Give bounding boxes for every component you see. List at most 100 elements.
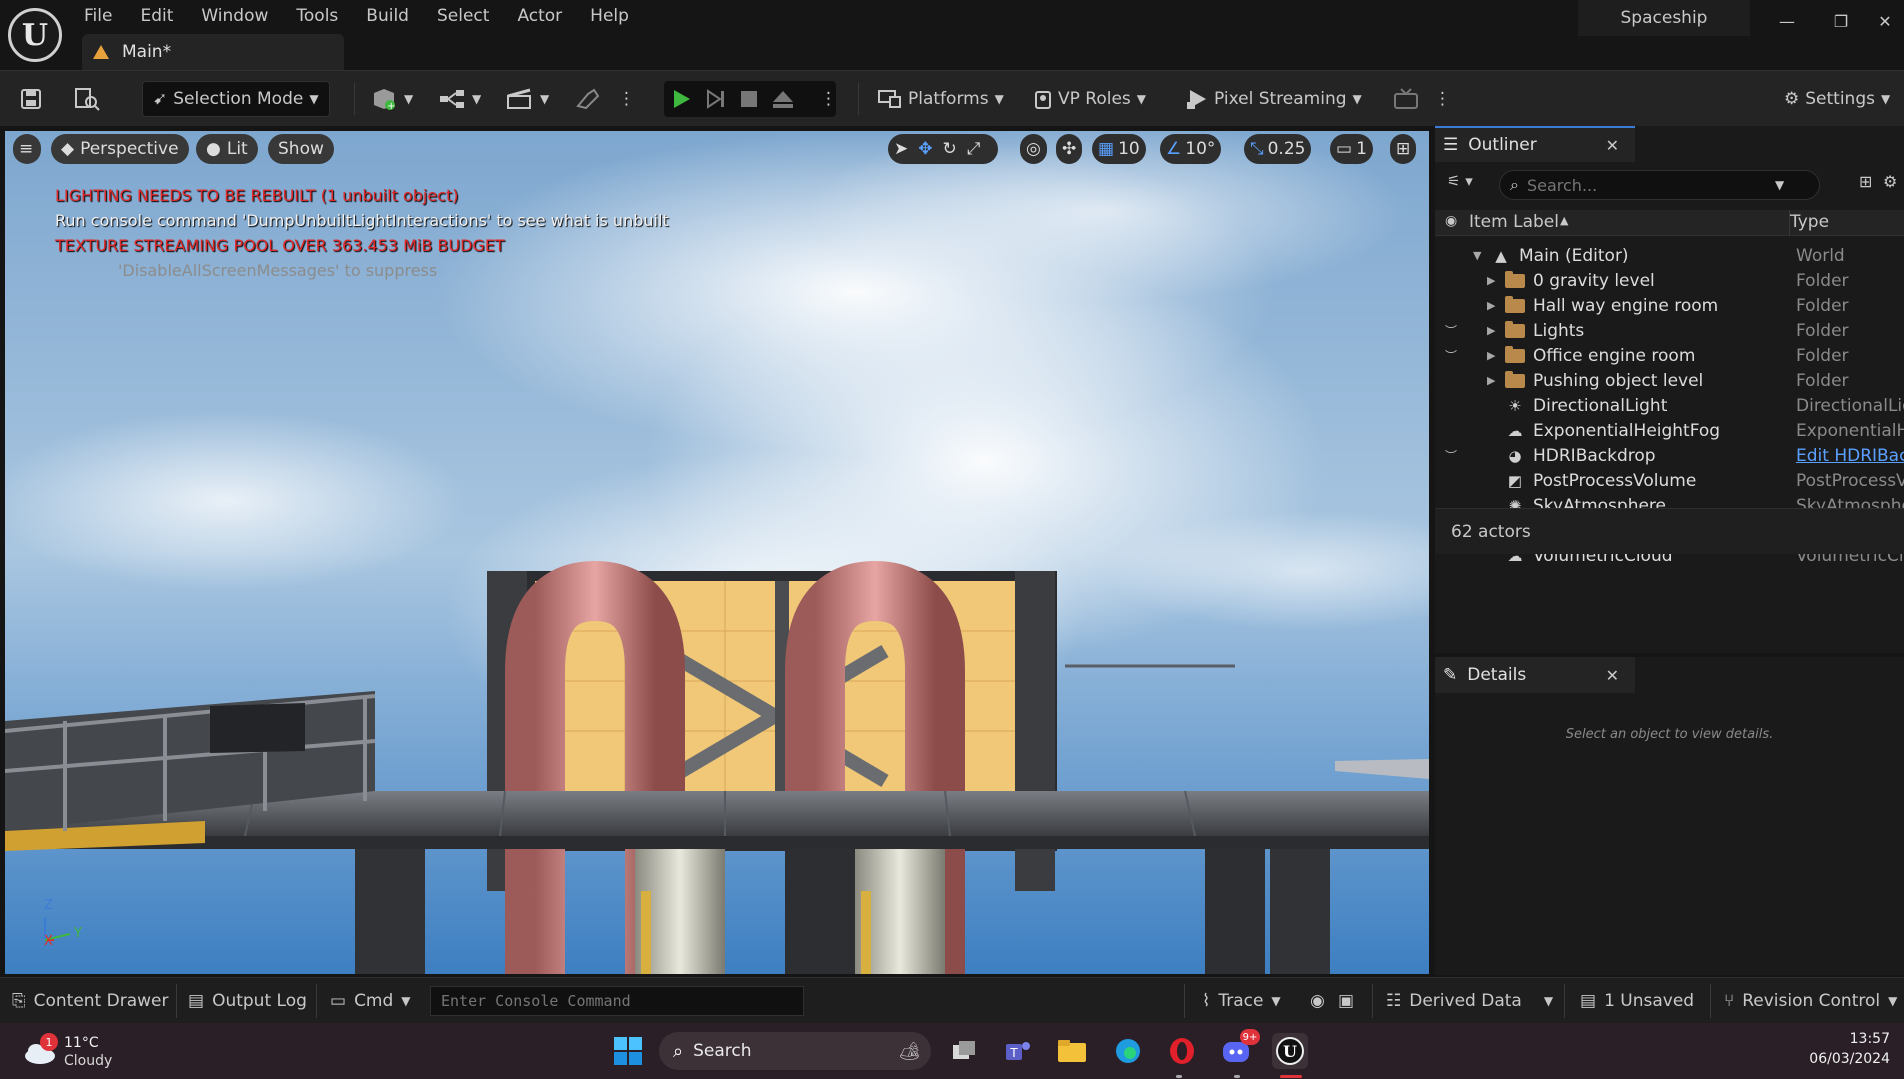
rotation-snap-toggle[interactable]: ∠ 10°: [1160, 134, 1222, 164]
expand-arrow-icon[interactable]: ▶: [1487, 324, 1497, 337]
edge-icon[interactable]: [1110, 1033, 1146, 1069]
menu-actor[interactable]: Actor: [503, 0, 576, 30]
discord-icon[interactable]: 9+: [1218, 1029, 1260, 1069]
settings-dropdown[interactable]: ⚙ Settings ▼: [1784, 81, 1890, 117]
modes-tool-icon[interactable]: [574, 81, 600, 117]
viewport-layout-icon[interactable]: ⊞: [1390, 134, 1417, 164]
selection-mode-dropdown[interactable]: ➹ Selection Mode ▼: [142, 81, 330, 117]
select-cursor-icon[interactable]: ➤: [894, 139, 908, 159]
browse-asset-icon[interactable]: [74, 81, 100, 117]
stop-icon[interactable]: [740, 90, 758, 108]
viewport-menu-button[interactable]: ≡: [13, 134, 41, 164]
console-input-box[interactable]: [430, 986, 804, 1016]
console-command-input[interactable]: [441, 992, 791, 1010]
outliner-row[interactable]: ☀ DirectionalLight DirectionalLig: [1435, 393, 1904, 418]
eject-icon[interactable]: [772, 89, 794, 109]
close-icon[interactable]: ✕: [1870, 8, 1900, 34]
blueprint-button[interactable]: ▼: [438, 81, 481, 117]
close-icon[interactable]: ✕: [1606, 666, 1619, 685]
outliner-row[interactable]: ▶ Pushing object level Folder: [1435, 368, 1904, 393]
unreal-logo-icon[interactable]: U: [8, 8, 62, 62]
cinematics-button[interactable]: ▼: [506, 81, 549, 117]
camera-speed-button[interactable]: ▭ 1: [1330, 134, 1373, 164]
outliner-row[interactable]: ︶ ◕ HDRIBackdrop Edit HDRIBacl: [1435, 443, 1904, 468]
scale-snap-value[interactable]: 0.25: [1268, 139, 1306, 159]
document-tab-main[interactable]: Main*: [82, 34, 344, 70]
outliner-row[interactable]: ︶ ▶ Office engine room Folder: [1435, 343, 1904, 368]
derived-data-dropdown[interactable]: ☷ Derived Data ▼: [1386, 986, 1553, 1016]
weather-widget[interactable]: 1 11°C Cloudy: [20, 1031, 140, 1073]
more-options-icon[interactable]: ⋮: [618, 81, 635, 117]
view-mode-button[interactable]: ● Lit: [196, 134, 258, 164]
toolbar-more-icon[interactable]: ⋮: [1434, 81, 1451, 117]
content-drawer-button[interactable]: ⎘ Content Drawer: [12, 986, 168, 1016]
visibility-hidden-icon[interactable]: ︶: [1445, 447, 1457, 464]
visibility-hidden-icon[interactable]: ︶: [1445, 322, 1457, 339]
visibility-hidden-icon[interactable]: ︶: [1445, 347, 1457, 364]
expand-arrow-icon[interactable]: ▶: [1487, 374, 1497, 387]
pixel-streaming-dropdown[interactable]: Pixel Streaming ▼: [1186, 81, 1362, 117]
outliner-row[interactable]: ☁ ExponentialHeightFog ExponentialHe: [1435, 418, 1904, 443]
minimize-icon[interactable]: —: [1772, 8, 1802, 34]
record-icon[interactable]: ◉: [1310, 986, 1325, 1016]
save-icon[interactable]: [20, 81, 42, 117]
expand-arrow-icon[interactable]: ▶: [1487, 349, 1497, 362]
menu-edit[interactable]: Edit: [126, 0, 187, 30]
vp-roles-dropdown[interactable]: VP Roles ▼: [1034, 81, 1146, 117]
show-button[interactable]: Show: [268, 134, 334, 164]
scale-icon[interactable]: ⤢: [967, 139, 981, 159]
details-tab[interactable]: ✎ Details ✕: [1435, 657, 1635, 693]
play-options-icon[interactable]: ⋮: [820, 81, 837, 117]
grid-snap-value[interactable]: 10: [1118, 139, 1140, 159]
scale-snap-toggle[interactable]: ⤡ 0.25: [1244, 134, 1312, 164]
outliner-row[interactable]: ▶ 0 gravity level Folder: [1435, 268, 1904, 293]
taskbar-search[interactable]: ⌕ Search 🏕: [659, 1032, 931, 1070]
filter-icon[interactable]: ⚟ ▾: [1447, 172, 1473, 190]
opera-icon[interactable]: [1164, 1033, 1200, 1069]
menu-file[interactable]: File: [70, 0, 126, 30]
menu-help[interactable]: Help: [576, 0, 643, 30]
menu-select[interactable]: Select: [423, 0, 503, 30]
outliner-tab[interactable]: ☰ Outliner ✕: [1435, 126, 1635, 162]
type-column[interactable]: Type: [1790, 212, 1829, 232]
add-folder-icon[interactable]: ⊞: [1859, 172, 1872, 191]
broadcast-icon[interactable]: [1392, 81, 1420, 117]
translate-icon[interactable]: ✥: [918, 139, 932, 159]
teams-icon[interactable]: T: [1000, 1033, 1036, 1069]
rotation-snap-value[interactable]: 10°: [1185, 139, 1215, 159]
outliner-row-root[interactable]: ▼ ▲ Main (Editor) World: [1435, 243, 1904, 268]
outliner-search-input[interactable]: [1526, 175, 1767, 195]
outliner-row[interactable]: ︶ ▶ Lights Folder: [1435, 318, 1904, 343]
clock-date[interactable]: 06/03/2024: [1780, 1051, 1890, 1067]
restore-icon[interactable]: ❐: [1826, 8, 1856, 34]
item-label-column[interactable]: Item Label: [1469, 212, 1559, 232]
rotate-icon[interactable]: ↻: [943, 139, 957, 159]
expand-arrow-icon[interactable]: ▶: [1487, 274, 1497, 287]
menu-tools[interactable]: Tools: [282, 0, 352, 30]
outliner-row[interactable]: ◩ PostProcessVolume PostProcessV: [1435, 468, 1904, 493]
chevron-down-icon[interactable]: ▼: [1775, 178, 1784, 192]
revision-control-dropdown[interactable]: ⑂ Revision Control ▼: [1724, 986, 1897, 1016]
expand-arrow-icon[interactable]: ▼: [1473, 249, 1483, 262]
unsaved-button[interactable]: ▤ 1 Unsaved: [1580, 986, 1694, 1016]
expand-arrow-icon[interactable]: ▶: [1487, 299, 1497, 312]
perspective-button[interactable]: ◆ Perspective: [51, 134, 189, 164]
grid-snap-toggle[interactable]: ▦ 10: [1092, 134, 1146, 164]
unreal-taskbar-icon[interactable]: U: [1272, 1033, 1308, 1069]
step-icon[interactable]: [706, 88, 726, 110]
menu-window[interactable]: Window: [187, 0, 282, 30]
output-log-button[interactable]: ▤ Output Log: [188, 986, 307, 1016]
clock-time[interactable]: 13:57: [1780, 1031, 1890, 1047]
play-icon[interactable]: [672, 88, 692, 110]
level-viewport[interactable]: [5, 131, 1429, 974]
platforms-dropdown[interactable]: Platforms ▼: [878, 81, 1004, 117]
gear-icon[interactable]: ⚙: [1883, 172, 1897, 191]
outliner-search[interactable]: ⌕ ▼: [1499, 170, 1820, 200]
trace-dropdown[interactable]: ⌇ Trace ▼: [1202, 986, 1281, 1016]
windows-start-icon[interactable]: [610, 1033, 646, 1069]
add-actor-button[interactable]: + ▼: [370, 81, 413, 117]
task-view-icon[interactable]: [946, 1033, 982, 1069]
menu-build[interactable]: Build: [352, 0, 423, 30]
file-explorer-icon[interactable]: [1054, 1033, 1090, 1069]
world-local-icon[interactable]: ◎: [1020, 134, 1047, 164]
